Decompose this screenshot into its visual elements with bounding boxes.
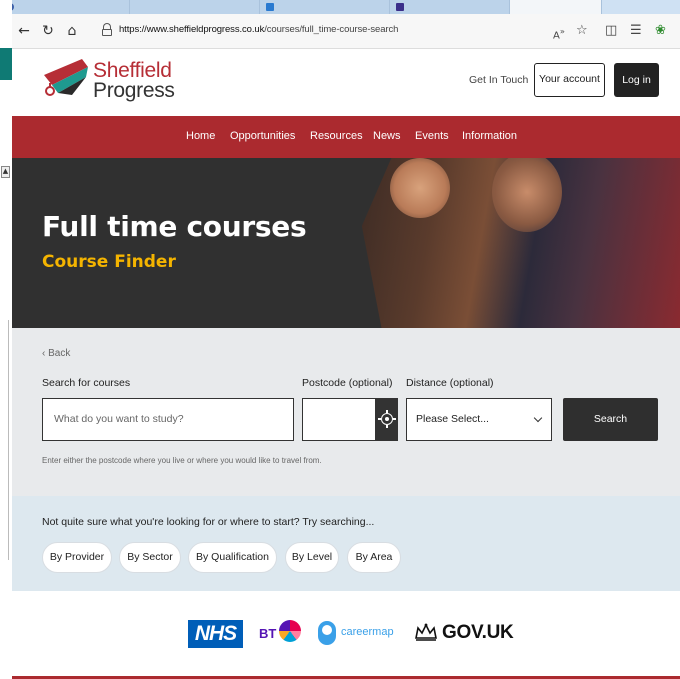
careermap-icon	[318, 621, 336, 645]
read-aloud-icon[interactable]: A»	[553, 23, 565, 44]
favorites-bar-icon[interactable]: ☰	[630, 23, 642, 39]
browser-tab[interactable]	[0, 0, 130, 14]
hero-photo-person	[390, 158, 450, 218]
nav-item-information[interactable]: Information	[462, 130, 517, 142]
postcode-label: Postcode (optional)	[302, 377, 393, 389]
url-field[interactable]: https://www.sheffieldprogress.co.uk/cour…	[94, 18, 564, 44]
site-logo[interactable]: Sheffield Progress	[42, 57, 175, 107]
nav-item-resources[interactable]: Resources	[310, 130, 363, 142]
nav-item-opportunities[interactable]: Opportunities	[230, 130, 295, 142]
your-account-button[interactable]: Your account	[534, 63, 605, 97]
page-subtitle: Course Finder	[42, 252, 176, 272]
get-in-touch-link[interactable]: Get In Touch	[469, 74, 528, 86]
site-header: Sheffield Progress Get In Touch Your acc…	[12, 49, 680, 116]
by-sector-button[interactable]: By Sector	[119, 542, 181, 573]
refresh-icon[interactable]: ↻	[40, 23, 56, 39]
partner-logos: NHS BT careermap GOV.UK	[12, 591, 680, 679]
page-title: Full time courses	[42, 210, 307, 243]
home-icon[interactable]: ⌂	[64, 23, 80, 39]
nav-item-events[interactable]: Events	[415, 130, 449, 142]
main-nav: Home Opportunities Resources News Events…	[12, 116, 680, 158]
quick-search-title: Not quite sure what you're looking for o…	[42, 516, 375, 528]
chevron-down-icon	[533, 413, 543, 423]
tab-favicon-icon	[396, 3, 404, 11]
browser-tab-active[interactable]	[510, 0, 602, 14]
bt-logo-text: BT	[259, 626, 277, 641]
browser-address-bar: ← ↻ ⌂ https://www.sheffieldprogress.co.u…	[12, 14, 680, 49]
distance-select-value: Please Select...	[416, 413, 489, 425]
graduation-cap-icon	[44, 59, 88, 96]
desktop-left-strip: ▲	[0, 0, 12, 679]
desktop-teal-block	[0, 48, 12, 80]
by-provider-button[interactable]: By Provider	[42, 542, 112, 573]
logo-text-progress: Progress	[93, 79, 175, 102]
lock-icon	[102, 23, 112, 36]
browser-tab-bar	[0, 0, 680, 14]
quick-search-panel: Not quite sure what you're looking for o…	[12, 496, 680, 591]
distance-select[interactable]: Please Select...	[406, 398, 552, 441]
back-icon[interactable]: ←	[16, 23, 32, 39]
extensions-icon[interactable]: ❀	[655, 23, 666, 39]
login-button[interactable]: Log in	[614, 63, 659, 97]
careermap-logo-text: careermap	[341, 626, 394, 638]
hero-banner: Full time courses Course Finder	[12, 158, 680, 328]
search-button[interactable]: Search	[563, 398, 658, 441]
favorite-icon[interactable]: ☆	[576, 23, 588, 39]
browser-tab[interactable]	[260, 0, 390, 14]
postcode-help-text: Enter either the postcode where you live…	[42, 456, 322, 465]
search-label: Search for courses	[42, 377, 131, 389]
nhs-logo: NHS	[188, 620, 243, 648]
course-search-panel: ‹ Back Search for courses Postcode (opti…	[12, 328, 680, 496]
by-qualification-button[interactable]: By Qualification	[188, 542, 277, 573]
by-area-button[interactable]: By Area	[347, 542, 401, 573]
browser-tab[interactable]	[130, 0, 260, 14]
nav-item-home[interactable]: Home	[186, 130, 215, 142]
bt-globe-icon	[279, 620, 301, 642]
browser-tab[interactable]	[390, 0, 510, 14]
scroll-up-icon[interactable]: ▲	[1, 166, 10, 178]
study-search-input[interactable]: What do you want to study?	[42, 398, 294, 441]
split-screen-icon[interactable]: ◫	[605, 23, 617, 39]
nav-item-news[interactable]: News	[373, 130, 401, 142]
locate-me-button[interactable]	[376, 398, 398, 441]
url-text: https://www.sheffieldprogress.co.uk/cour…	[119, 24, 399, 35]
distance-label: Distance (optional)	[406, 377, 494, 389]
by-level-button[interactable]: By Level	[285, 542, 339, 573]
postcode-input[interactable]	[302, 398, 376, 441]
divider	[8, 320, 9, 560]
back-link[interactable]: ‹ Back	[42, 348, 70, 359]
gov-uk-logo-text: GOV.UK	[442, 622, 514, 643]
tab-favicon-icon	[266, 3, 274, 11]
crown-icon	[415, 623, 437, 641]
